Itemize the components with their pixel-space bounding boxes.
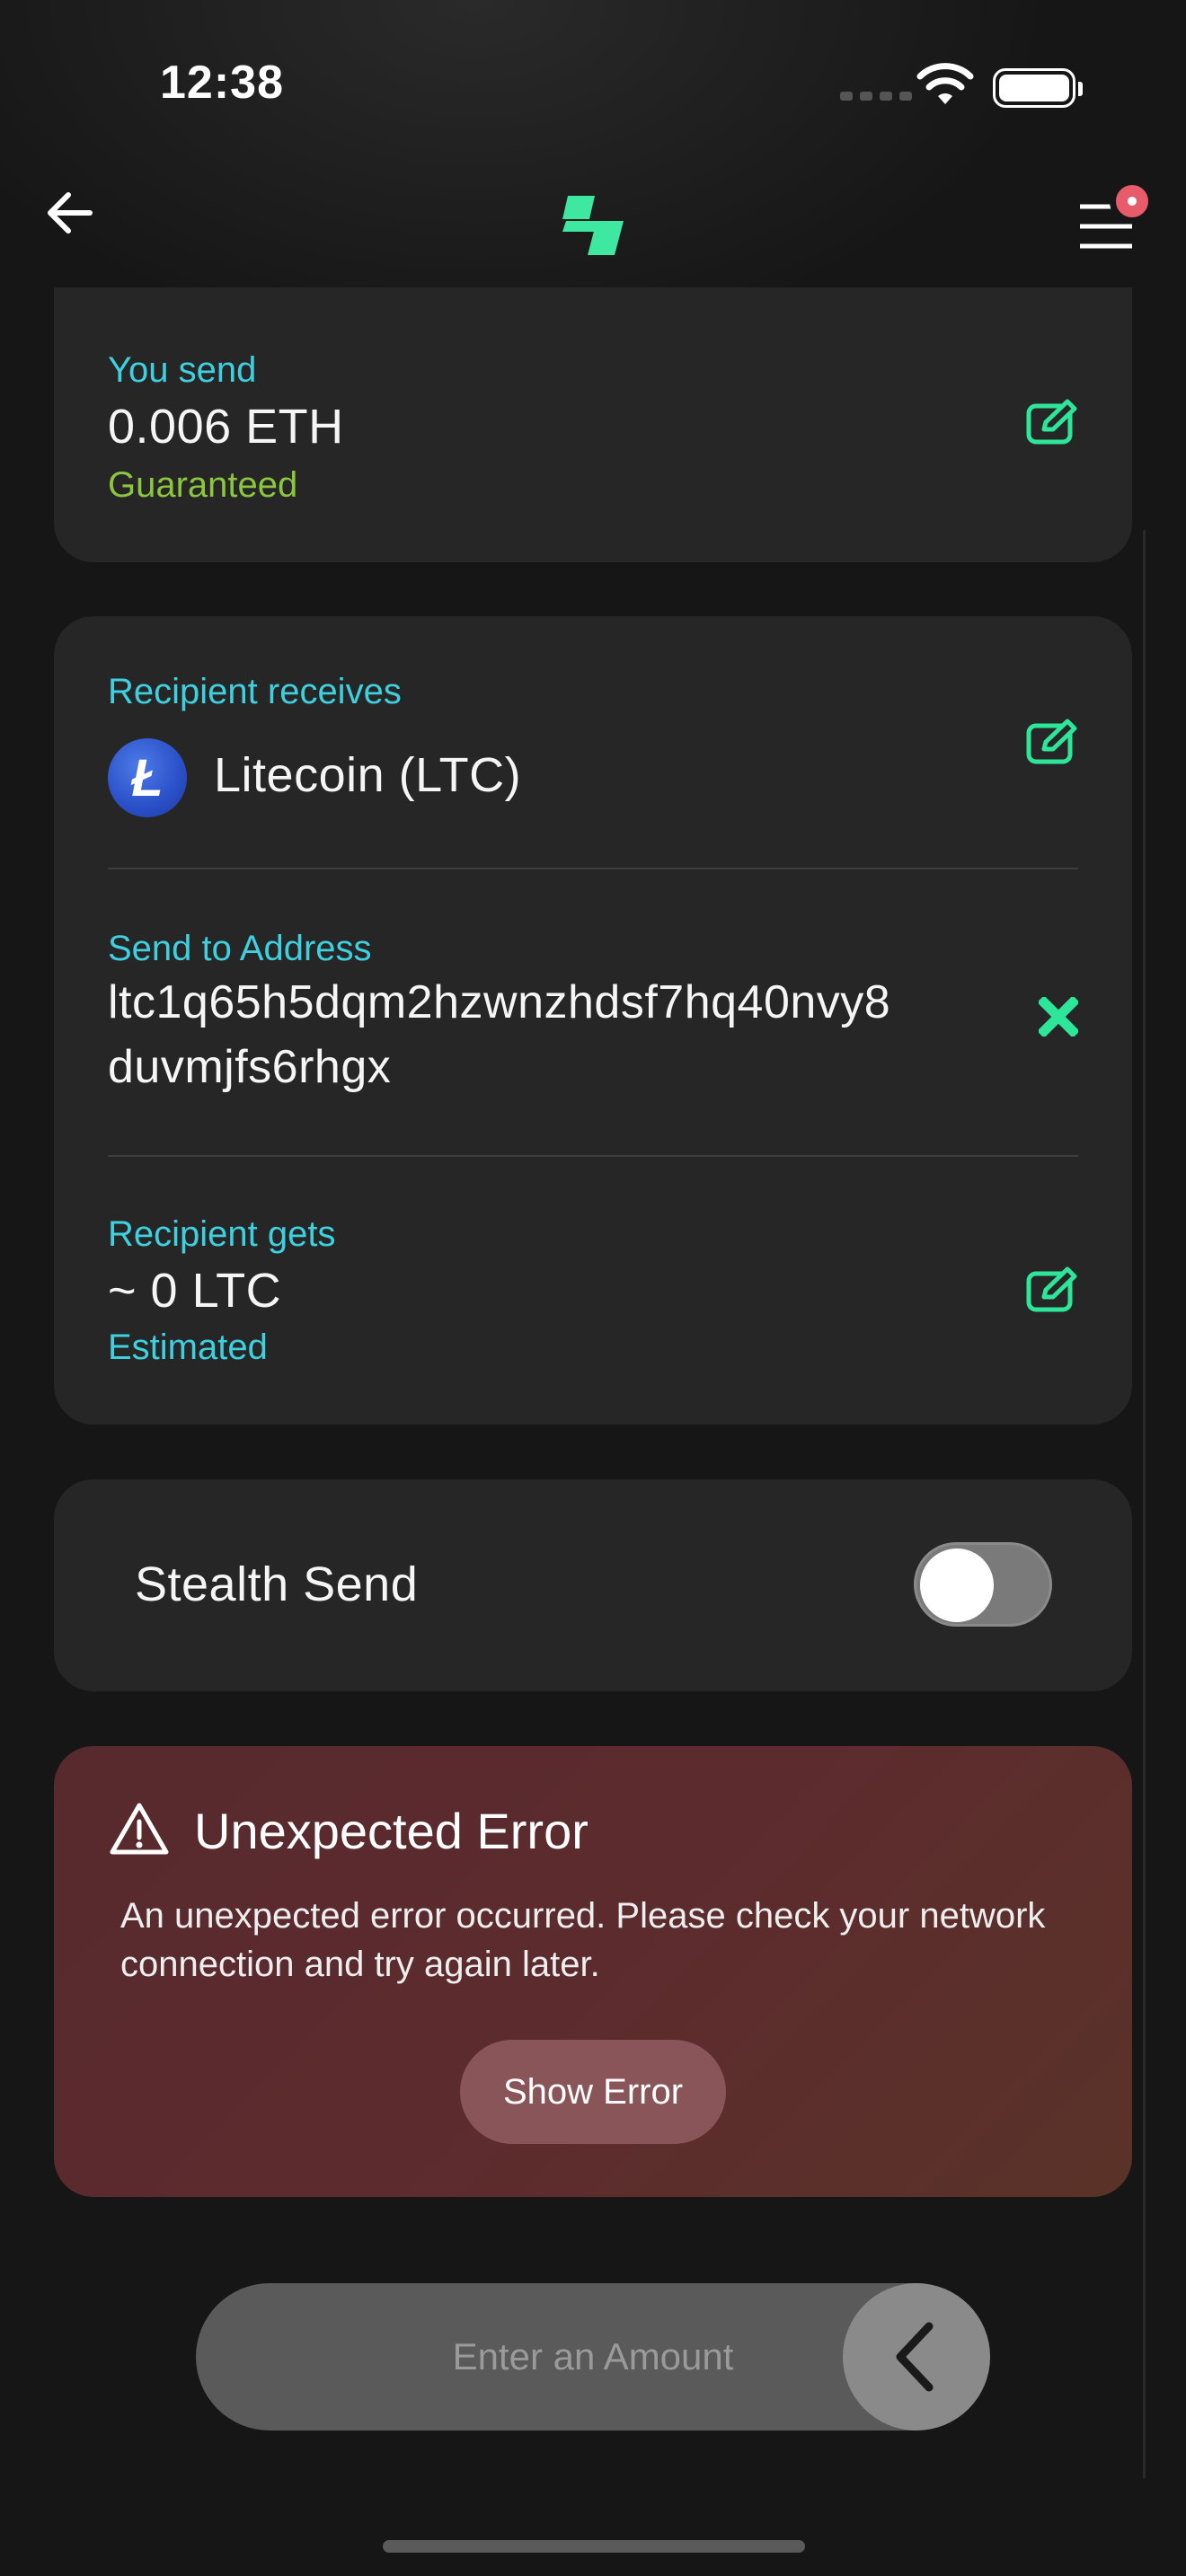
send-amount-card[interactable]: You send 0.006 ETH Guaranteed	[54, 287, 1132, 562]
back-arrow-icon[interactable]	[41, 184, 99, 242]
recipient-gets-label: Recipient gets	[108, 1214, 336, 1254]
recipient-card: Recipient receives Ł Litecoin (LTC) Send…	[54, 616, 1132, 1425]
cellular-signal-icon	[840, 92, 912, 101]
warning-icon	[110, 1803, 169, 1855]
send-amount-value: 0.006 ETH	[108, 400, 344, 454]
error-card: Unexpected Error An unexpected error occ…	[54, 1746, 1132, 2197]
send-to-address-label: Send to Address	[108, 929, 372, 968]
edit-coin-icon[interactable]	[1026, 719, 1080, 765]
stealth-send-card: Stealth Send	[54, 1479, 1132, 1691]
chevron-left-icon	[896, 2322, 934, 2392]
recipient-receives-label: Recipient receives	[108, 672, 402, 711]
app-logo-icon[interactable]	[559, 196, 627, 255]
notification-badge	[1110, 179, 1155, 224]
status-time: 12:38	[160, 57, 284, 109]
address-line-1[interactable]: ltc1q65h5dqm2hzwnzhdsf7hq40nvy8	[108, 975, 890, 1029]
estimated-note: Estimated	[108, 1328, 268, 1367]
home-indicator[interactable]	[383, 2540, 805, 2553]
battery-icon	[993, 68, 1083, 108]
wifi-icon	[916, 63, 974, 104]
error-title: Unexpected Error	[194, 1803, 589, 1859]
coin-name[interactable]: Litecoin (LTC)	[214, 747, 521, 803]
scrollbar[interactable]	[1143, 530, 1146, 2479]
divider	[108, 1155, 1078, 1157]
error-message: An unexpected error occurred. Please che…	[120, 1896, 1046, 1984]
edit-gets-icon[interactable]	[1026, 1266, 1080, 1313]
status-bar: 12:38	[0, 0, 1186, 171]
litecoin-icon: Ł	[108, 738, 187, 817]
show-error-button[interactable]: Show Error	[460, 2040, 726, 2144]
you-send-label: You send	[108, 350, 257, 390]
recipient-gets-amount: ~ 0 LTC	[108, 1264, 282, 1318]
divider	[108, 868, 1078, 869]
slider-knob[interactable]	[843, 2283, 990, 2430]
clear-address-icon[interactable]	[1039, 997, 1078, 1037]
stealth-send-label: Stealth Send	[135, 1557, 419, 1611]
edit-icon[interactable]	[1026, 399, 1080, 446]
stealth-send-toggle[interactable]	[914, 1542, 1052, 1627]
guaranteed-note: Guaranteed	[108, 465, 298, 505]
address-line-2[interactable]: duvmjfs6rhgx	[108, 1040, 391, 1094]
